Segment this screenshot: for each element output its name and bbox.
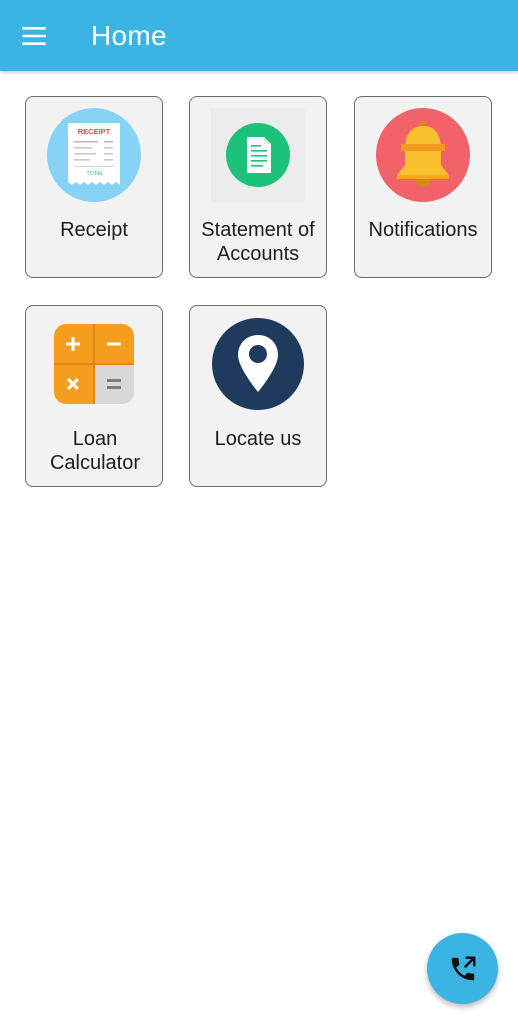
receipt-icon-total: TOTAL [86,171,103,177]
page-title: Home [91,20,167,51]
menu-button[interactable] [14,16,54,56]
location-pin-icon [210,316,306,412]
tile-label: Statement of Accounts [201,219,315,265]
tile-label: Locate us [214,428,302,450]
tile-label: Receipt [60,219,128,241]
app-bar: Home [0,0,518,71]
receipt-icon-title: RECEIPT [78,127,111,136]
document-icon [210,107,306,203]
tile-loan-calculator[interactable]: Loan Calculator [25,305,163,487]
hamburger-menu-icon [22,27,46,45]
tile-locate-us[interactable]: Locate us [189,305,327,487]
tile-label: Notifications [368,219,478,241]
bell-icon [375,107,471,203]
calculator-icon [46,316,142,412]
tile-statement-of-accounts[interactable]: Statement of Accounts [189,96,327,278]
call-fab-button[interactable] [427,933,498,1004]
tile-notifications[interactable]: Notifications [354,96,492,278]
tile-receipt[interactable]: RECEIPT TOTAL Receipt [25,96,163,278]
phone-call-icon [451,956,475,980]
receipt-icon: RECEIPT TOTAL [46,107,142,203]
tile-label: Loan Calculator [49,428,141,474]
